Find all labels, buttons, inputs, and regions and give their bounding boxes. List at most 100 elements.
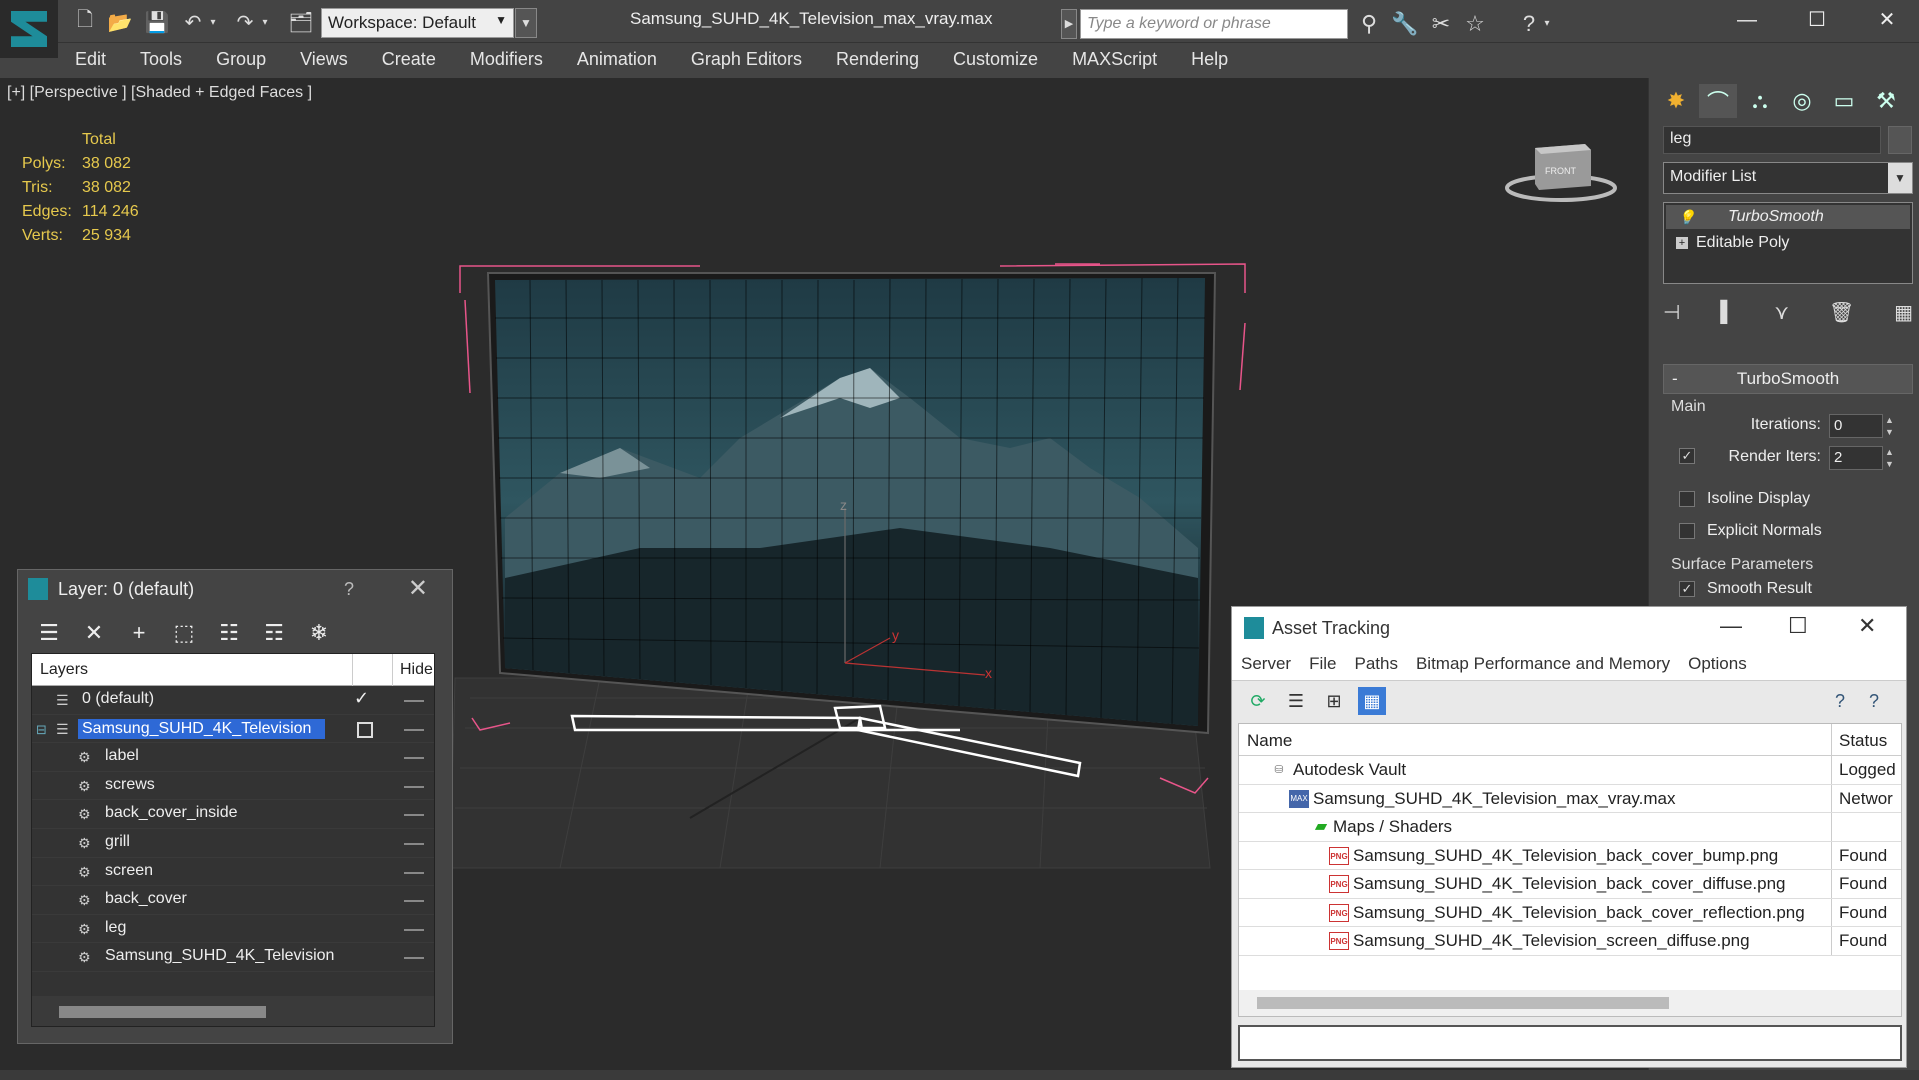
menu-modifiers[interactable]: Modifiers: [453, 49, 560, 70]
modifier-list-dropdown[interactable]: Modifier List ▼: [1663, 162, 1913, 194]
modify-tab-icon[interactable]: ⌒: [1699, 84, 1737, 118]
layer-row[interactable]: ⊟ ☰ Samsung_SUHD_4K_Television: [32, 715, 434, 744]
favorites-star-icon[interactable]: ☆: [1460, 9, 1490, 39]
menu-help[interactable]: Help: [1174, 49, 1245, 70]
save-file-icon[interactable]: 💾: [142, 8, 172, 36]
asset-menu-paths[interactable]: Paths: [1345, 654, 1406, 674]
minimize-button[interactable]: —: [1712, 0, 1782, 43]
redo-dropdown-icon[interactable]: ▾: [258, 8, 272, 36]
turbosmooth-rollout-header[interactable]: - TurboSmooth: [1663, 364, 1913, 394]
workspace-dropdown[interactable]: Workspace: Default ▼: [321, 8, 514, 38]
help-dropdown-icon[interactable]: ▾: [1540, 9, 1554, 39]
hide-toggle[interactable]: [404, 900, 424, 903]
vault-help-icon[interactable]: ?: [1826, 687, 1854, 715]
list-view-icon[interactable]: ☰: [1282, 687, 1310, 715]
project-folder-icon[interactable]: 🗂: [286, 8, 316, 36]
subscription-icon[interactable]: 🔧: [1390, 9, 1420, 39]
layer-row[interactable]: ⚙ screws: [32, 772, 434, 801]
column-name[interactable]: Name: [1247, 731, 1292, 751]
menu-edit[interactable]: Edit: [58, 49, 123, 70]
maximize-icon[interactable]: ☐: [1788, 613, 1808, 639]
table-view-icon[interactable]: ▦: [1358, 687, 1386, 715]
delete-layer-icon[interactable]: ✕: [79, 618, 109, 648]
column-status[interactable]: Status: [1839, 731, 1887, 751]
viewcube-icon[interactable]: FRONT: [1505, 136, 1617, 206]
asset-row[interactable]: PNG Samsung_SUHD_4K_Television_back_cover…: [1239, 870, 1901, 899]
layer-dialog-titlebar[interactable]: Layer: 0 (default) ? ✕: [18, 570, 452, 608]
asset-status-field[interactable]: [1238, 1025, 1902, 1061]
hide-toggle[interactable]: [404, 928, 424, 931]
refresh-icon[interactable]: ⟳: [1244, 687, 1272, 715]
scrollbar-thumb[interactable]: [1257, 997, 1669, 1009]
display-tab-icon[interactable]: ▭: [1825, 84, 1863, 118]
configure-sets-icon[interactable]: ▦: [1894, 300, 1913, 325]
undo-icon[interactable]: ↶: [178, 8, 208, 36]
layer-row[interactable]: ⚙ screen: [32, 858, 434, 887]
horizontal-scrollbar[interactable]: [1239, 990, 1901, 1016]
tree-view-icon[interactable]: ⊞: [1320, 687, 1348, 715]
asset-menu-server[interactable]: Server: [1232, 654, 1300, 674]
expand-plus-icon[interactable]: +: [1676, 237, 1688, 249]
show-end-result-icon[interactable]: ▌: [1720, 301, 1734, 324]
search-input[interactable]: Type a keyword or phrase: [1080, 9, 1348, 39]
help-icon[interactable]: ?: [344, 579, 354, 600]
lightbulb-icon[interactable]: 💡: [1678, 205, 1695, 229]
menu-customize[interactable]: Customize: [936, 49, 1055, 70]
menu-tools[interactable]: Tools: [123, 49, 199, 70]
hide-toggle[interactable]: [404, 814, 424, 817]
layer-row[interactable]: ⚙ back_cover_inside: [32, 800, 434, 829]
iterations-spinner[interactable]: 0: [1829, 414, 1883, 438]
asset-row[interactable]: PNG Samsung_SUHD_4K_Television_back_cover…: [1239, 898, 1901, 927]
redo-icon[interactable]: ↷: [230, 8, 260, 36]
maximize-button[interactable]: ☐: [1782, 0, 1852, 43]
hide-toggle[interactable]: [404, 871, 424, 874]
spinner-arrows-icon[interactable]: ▲ ▼: [1885, 414, 1895, 438]
minimize-icon[interactable]: —: [1720, 613, 1742, 639]
binoculars-icon[interactable]: ⚲: [1354, 9, 1384, 39]
column-layers[interactable]: Layers: [40, 661, 88, 679]
viewport-label[interactable]: [+] [Perspective ] [Shaded + Edged Faces…: [7, 84, 312, 102]
menu-maxscript[interactable]: MAXScript: [1055, 49, 1174, 70]
undo-dropdown-icon[interactable]: ▾: [206, 8, 220, 36]
communication-icon[interactable]: ✂: [1426, 9, 1456, 39]
workspace-menu-button[interactable]: ▼: [515, 8, 537, 38]
create-layer-icon[interactable]: ☰: [34, 618, 64, 648]
active-layer-check-icon[interactable]: ✓: [354, 688, 369, 709]
options-help-icon[interactable]: ?: [1860, 687, 1888, 715]
close-icon[interactable]: ✕: [1858, 613, 1876, 639]
hide-toggle[interactable]: [404, 728, 424, 731]
menu-group[interactable]: Group: [199, 49, 283, 70]
menu-rendering[interactable]: Rendering: [819, 49, 936, 70]
explicit-normals-checkbox[interactable]: [1679, 523, 1695, 539]
hide-toggle[interactable]: [404, 785, 424, 788]
layer-row[interactable]: ⚙ back_cover: [32, 886, 434, 915]
asset-dialog-titlebar[interactable]: Asset Tracking — ☐ ✕: [1232, 607, 1906, 647]
object-color-swatch[interactable]: [1888, 126, 1912, 154]
hide-toggle[interactable]: [404, 957, 424, 960]
hide-toggle[interactable]: [404, 757, 424, 760]
search-expand-button[interactable]: ▶: [1061, 9, 1077, 39]
freeze-layer-icon[interactable]: ❄: [304, 618, 334, 648]
horizontal-scrollbar[interactable]: [32, 996, 434, 1026]
close-button[interactable]: ✕: [1852, 0, 1919, 43]
menu-animation[interactable]: Animation: [560, 49, 674, 70]
asset-menu-file[interactable]: File: [1300, 654, 1345, 674]
isoline-display-checkbox[interactable]: [1679, 491, 1695, 507]
render-iters-checkbox[interactable]: ✓: [1679, 448, 1695, 464]
open-file-icon[interactable]: 📂: [105, 8, 135, 36]
menu-views[interactable]: Views: [283, 49, 365, 70]
select-layer-icon[interactable]: ☷: [214, 618, 244, 648]
make-unique-icon[interactable]: ⋎: [1774, 300, 1789, 325]
hide-toggle[interactable]: [404, 842, 424, 845]
asset-row[interactable]: PNG Samsung_SUHD_4K_Television_back_cover…: [1239, 841, 1901, 870]
asset-row[interactable]: ▰ Maps / Shaders: [1239, 813, 1901, 842]
close-icon[interactable]: ✕: [408, 574, 428, 603]
spinner-arrows-icon[interactable]: ▲ ▼: [1885, 446, 1895, 470]
scrollbar-thumb[interactable]: [59, 1006, 266, 1018]
asset-menu-options[interactable]: Options: [1679, 654, 1756, 674]
app-menu-button[interactable]: [0, 0, 58, 58]
layer-row[interactable]: ⚙ leg: [32, 915, 434, 944]
asset-row[interactable]: ⛁ Autodesk Vault Logged: [1239, 756, 1901, 785]
add-to-layer-icon[interactable]: +: [124, 618, 154, 648]
pin-stack-icon[interactable]: ⊣: [1663, 300, 1680, 325]
